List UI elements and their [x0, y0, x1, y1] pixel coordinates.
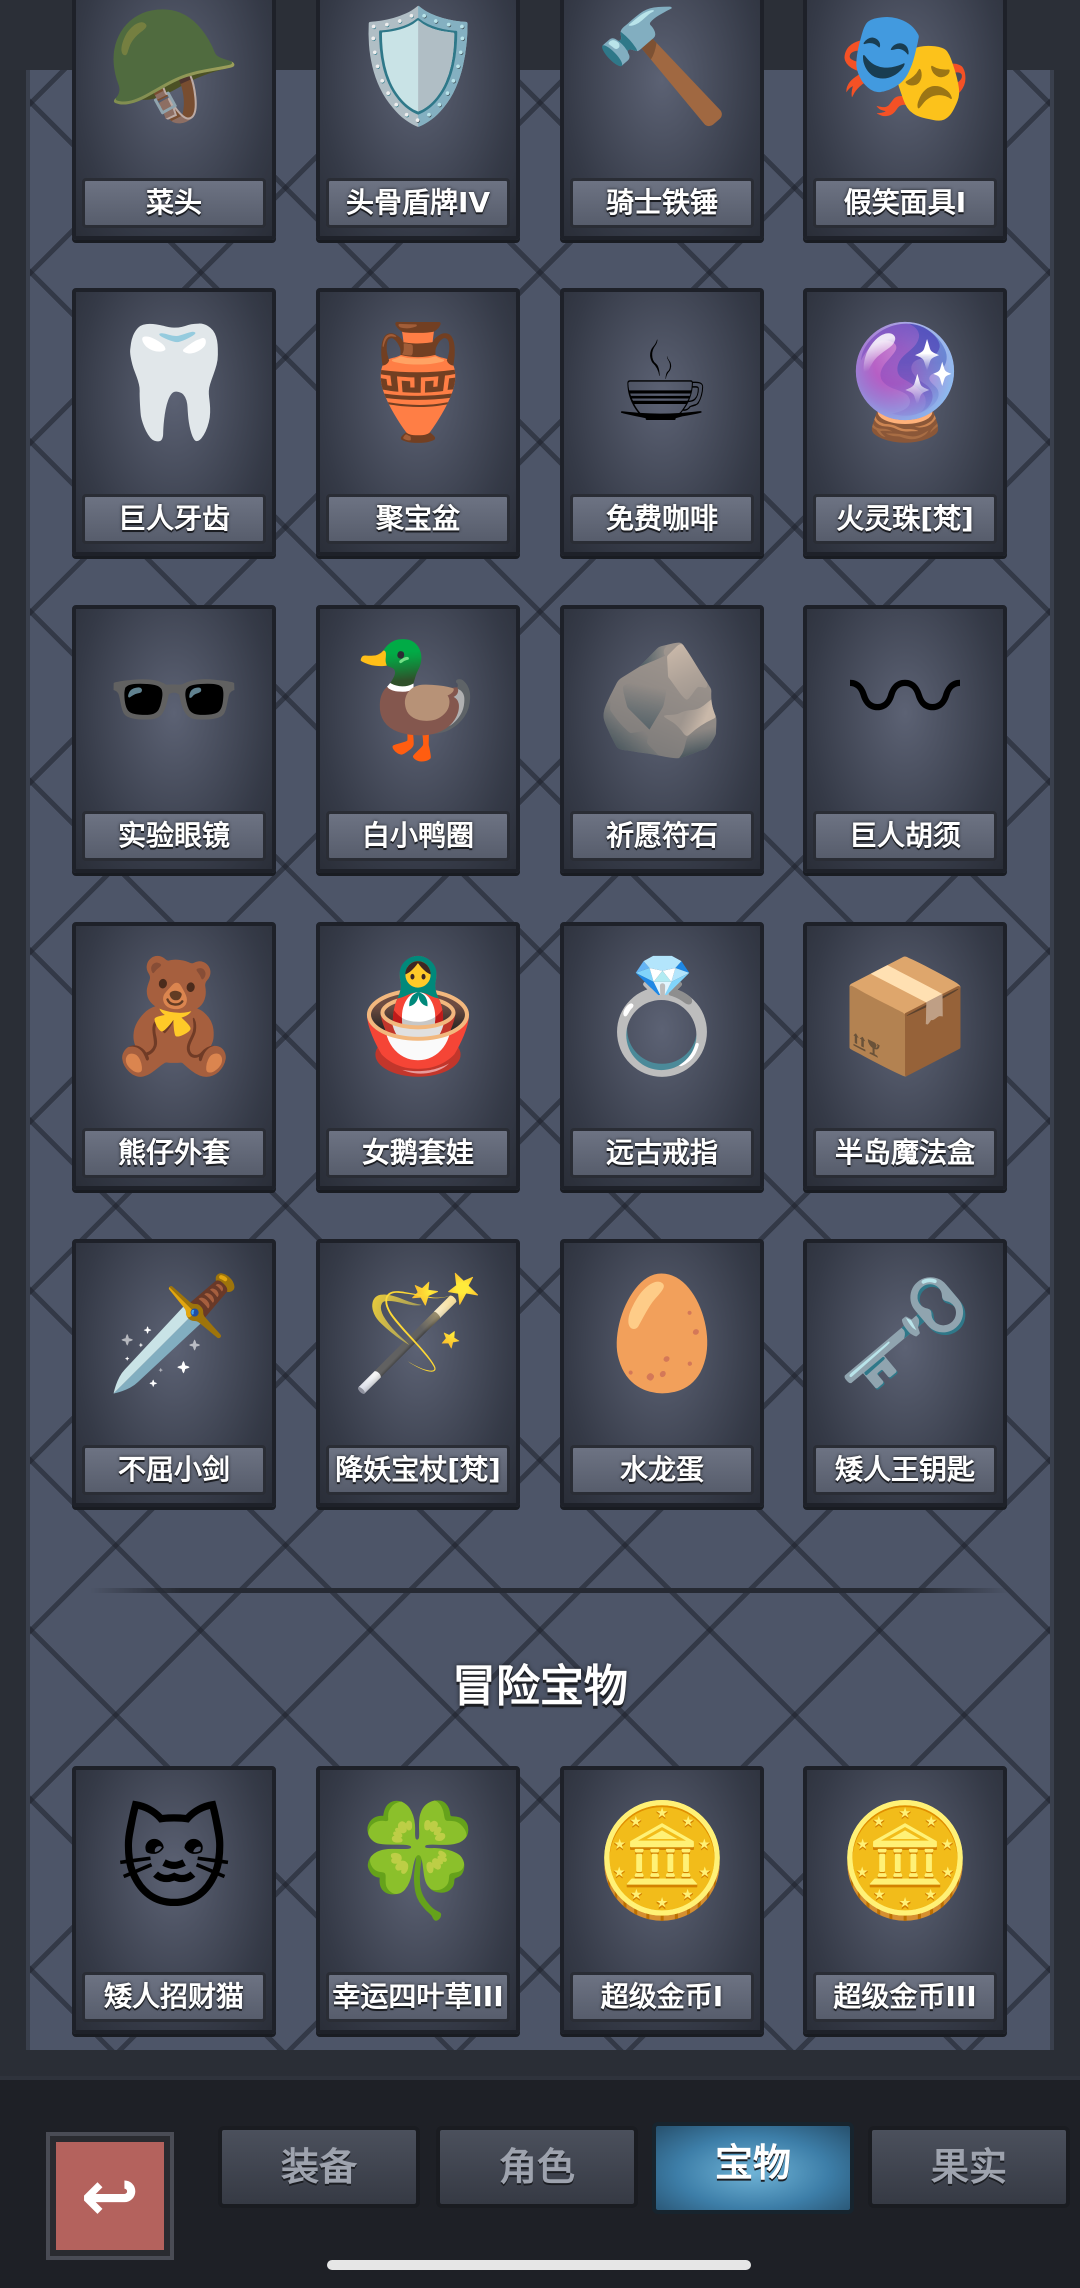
hammer-icon: 🔨	[593, 2, 731, 130]
item-name: 巨人胡须	[813, 811, 997, 861]
lucky-cat-icon: 🐱	[116, 1796, 232, 1924]
beard-icon: 〰	[850, 635, 960, 763]
item-name: 免费咖啡	[570, 494, 754, 544]
dragon-egg-icon: 🥚	[593, 1269, 731, 1397]
item-name: 菜头	[82, 178, 266, 228]
dagger-icon: 🗡️	[105, 1269, 243, 1397]
item-card[interactable]: 🪨 祈愿符石	[560, 605, 764, 873]
item-name: 实验眼镜	[82, 811, 266, 861]
clover-icon: 🍀	[349, 1796, 487, 1924]
item-name: 女鹅套娃	[326, 1128, 510, 1178]
item-name: 不屈小剑	[82, 1445, 266, 1495]
nesting-doll-icon: 🪆	[349, 952, 487, 1080]
fire-orb-icon: 🔮	[836, 318, 974, 446]
item-name: 幸运四叶草III	[326, 1972, 510, 2022]
item-card[interactable]: 🦆 白小鸭圈	[316, 605, 520, 873]
section-divider	[90, 1588, 1010, 1593]
item-card[interactable]: 🪖 菜头	[72, 0, 276, 240]
item-card[interactable]: 🔮 火灵珠[梵]	[803, 288, 1007, 556]
item-card[interactable]: 🗝️ 矮人王钥匙	[803, 1239, 1007, 1507]
item-name: 熊仔外套	[82, 1128, 266, 1178]
item-card[interactable]: 🔨 骑士铁锤	[560, 0, 764, 240]
item-name: 祈愿符石	[570, 811, 754, 861]
key-icon: 🗝️	[836, 1269, 974, 1397]
tab-treasures[interactable]: 宝物	[652, 2122, 854, 2214]
item-name: 假笑面具I	[813, 178, 997, 228]
teddy-bear-icon: 🧸	[105, 952, 243, 1080]
mask-icon: 🎭	[836, 2, 974, 130]
back-arrow-icon: ↩	[80, 2155, 140, 2237]
item-name: 聚宝盆	[326, 494, 510, 544]
item-card[interactable]: 🍀 幸运四叶草III	[316, 1766, 520, 2034]
tab-equipment[interactable]: 装备	[218, 2126, 420, 2208]
gold-coin-icon: 🪙	[593, 1796, 731, 1924]
item-card[interactable]: 🪙 超级金币I	[560, 1766, 764, 2034]
item-name: 矮人王钥匙	[813, 1445, 997, 1495]
item-card[interactable]: 🛡️ 头骨盾牌IV	[316, 0, 520, 240]
item-name: 半岛魔法盒	[813, 1128, 997, 1178]
item-card[interactable]: 🥚 水龙蛋	[560, 1239, 764, 1507]
coffee-cup-icon: ☕	[612, 318, 712, 446]
back-button[interactable]: ↩	[46, 2132, 174, 2260]
magic-box-icon: 📦	[836, 952, 974, 1080]
tab-fruits[interactable]: 果实	[868, 2126, 1070, 2208]
item-name: 水龙蛋	[570, 1445, 754, 1495]
item-card[interactable]: 🪙 超级金币III	[803, 1766, 1007, 2034]
item-name: 矮人招财猫	[82, 1972, 266, 2022]
item-name: 头骨盾牌IV	[326, 178, 510, 228]
item-name: 巨人牙齿	[82, 494, 266, 544]
tooth-icon: 🦷	[105, 318, 243, 446]
skull-shield-icon: 🛡️	[349, 2, 487, 130]
item-card[interactable]: 💍 远古戒指	[560, 922, 764, 1190]
ring-icon: 💍	[593, 952, 731, 1080]
item-name: 超级金币III	[813, 1972, 997, 2022]
treasure-bowl-icon: 🏺	[349, 318, 487, 446]
item-name: 远古戒指	[570, 1128, 754, 1178]
item-name: 超级金币I	[570, 1972, 754, 2022]
gold-coin-icon: 🪙	[836, 1796, 974, 1924]
item-card[interactable]: 🐱 矮人招财猫	[72, 1766, 276, 2034]
staff-icon: 🪄	[349, 1269, 487, 1397]
item-card[interactable]: 🗡️ 不屈小剑	[72, 1239, 276, 1507]
item-name: 火灵珠[梵]	[813, 494, 997, 544]
rune-stone-icon: 🪨	[593, 635, 731, 763]
item-card[interactable]: 🎭 假笑面具I	[803, 0, 1007, 240]
item-card[interactable]: 🦷 巨人牙齿	[72, 288, 276, 556]
item-card[interactable]: 🪄 降妖宝杖[梵]	[316, 1239, 520, 1507]
tab-characters[interactable]: 角色	[436, 2126, 638, 2208]
item-name: 白小鸭圈	[326, 811, 510, 861]
goggles-icon: 🕶️	[105, 635, 243, 763]
item-name: 降妖宝杖[梵]	[326, 1445, 510, 1495]
item-name: 骑士铁锤	[570, 178, 754, 228]
item-card[interactable]: 📦 半岛魔法盒	[803, 922, 1007, 1190]
item-card[interactable]: 〰 巨人胡须	[803, 605, 1007, 873]
duck-ring-icon: 🦆	[349, 635, 487, 763]
section-title: 冒险宝物	[452, 1661, 628, 1712]
item-card[interactable]: 🧸 熊仔外套	[72, 922, 276, 1190]
item-card[interactable]: ☕ 免费咖啡	[560, 288, 764, 556]
home-indicator[interactable]	[327, 2260, 751, 2270]
helmet-icon: 🪖	[105, 2, 243, 130]
item-card[interactable]: 🕶️ 实验眼镜	[72, 605, 276, 873]
item-card[interactable]: 🪆 女鹅套娃	[316, 922, 520, 1190]
item-card[interactable]: 🏺 聚宝盆	[316, 288, 520, 556]
